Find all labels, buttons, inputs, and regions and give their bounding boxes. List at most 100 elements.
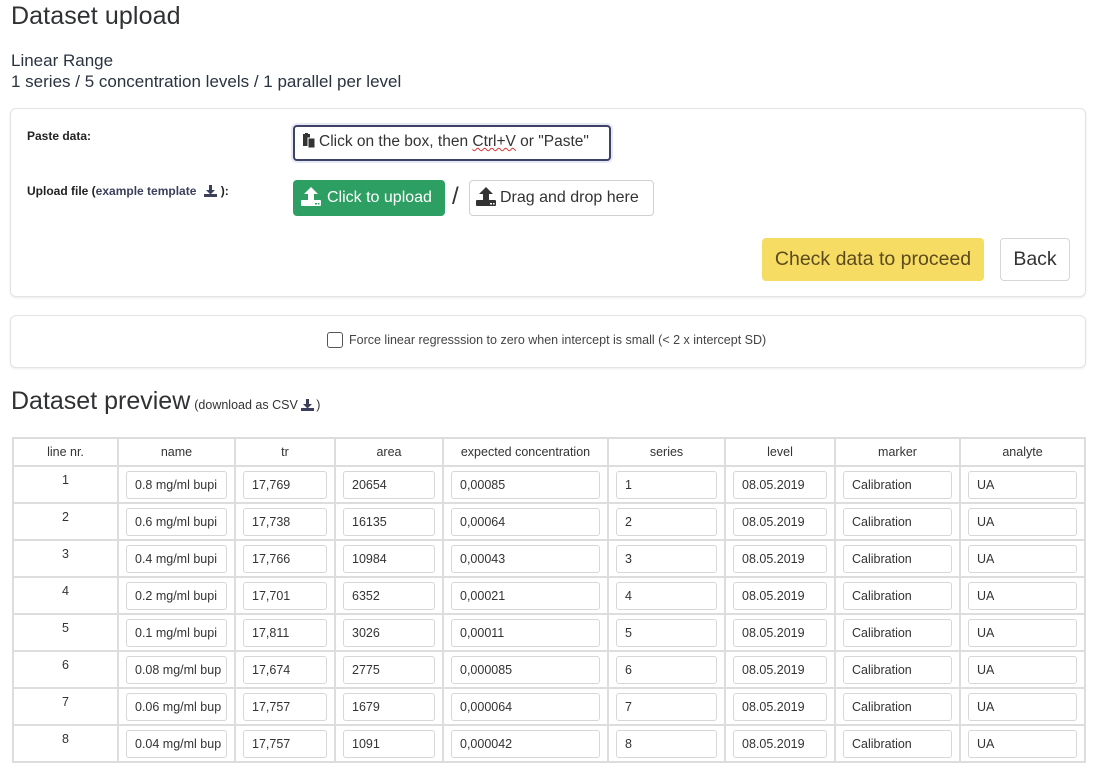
- table-cell: 8: [607, 724, 726, 763]
- concentration-input[interactable]: 0,000042: [451, 730, 600, 758]
- analyte-input[interactable]: UA: [968, 730, 1077, 758]
- download-csv-link[interactable]: (download as CSV ): [194, 398, 320, 412]
- marker-input[interactable]: Calibration: [843, 730, 952, 758]
- analyte-input[interactable]: UA: [968, 508, 1077, 536]
- level-input[interactable]: 08.05.2019: [733, 693, 827, 721]
- force-zero-checkbox[interactable]: [327, 332, 343, 348]
- tr-input[interactable]: 17,701: [243, 582, 327, 610]
- analyte-input[interactable]: UA: [968, 656, 1077, 684]
- table-cell: UA: [959, 724, 1086, 763]
- analyte-input[interactable]: UA: [968, 471, 1077, 499]
- level-input[interactable]: 08.05.2019: [733, 545, 827, 573]
- tr-input[interactable]: 17,811: [243, 619, 327, 647]
- tr-input[interactable]: 17,769: [243, 471, 327, 499]
- table-cell: 08.05.2019: [724, 724, 836, 763]
- marker-input[interactable]: Calibration: [843, 693, 952, 721]
- level-input[interactable]: 08.05.2019: [733, 656, 827, 684]
- series-input[interactable]: 8: [616, 730, 717, 758]
- area-input[interactable]: 1091: [343, 730, 435, 758]
- name-input[interactable]: 0.4 mg/ml bupi: [126, 545, 227, 573]
- area-input[interactable]: 16135: [343, 508, 435, 536]
- area-input[interactable]: 2775: [343, 656, 435, 684]
- upload-icon: [301, 186, 321, 211]
- series-input[interactable]: 2: [616, 508, 717, 536]
- series-input[interactable]: 7: [616, 693, 717, 721]
- concentration-input[interactable]: 0,000064: [451, 693, 600, 721]
- level-input[interactable]: 08.05.2019: [733, 619, 827, 647]
- name-input[interactable]: 0.08 mg/ml bup: [126, 656, 227, 684]
- marker-input[interactable]: Calibration: [843, 545, 952, 573]
- name-input[interactable]: 0.6 mg/ml bupi: [126, 508, 227, 536]
- name-input[interactable]: 0.8 mg/ml bupi: [126, 471, 227, 499]
- back-button[interactable]: Back: [1000, 238, 1070, 281]
- level-input[interactable]: 08.05.2019: [733, 582, 827, 610]
- table-cell: 08.05.2019: [724, 650, 836, 689]
- column-header: analyte: [959, 437, 1086, 467]
- area-input[interactable]: 10984: [343, 545, 435, 573]
- table-cell: 0,000085: [442, 650, 609, 689]
- analyte-input[interactable]: UA: [968, 545, 1077, 573]
- marker-input[interactable]: Calibration: [843, 656, 952, 684]
- concentration-input[interactable]: 0,00085: [451, 471, 600, 499]
- table-cell: Calibration: [834, 539, 961, 578]
- tr-input[interactable]: 17,757: [243, 730, 327, 758]
- check-data-button[interactable]: Check data to proceed: [762, 238, 984, 281]
- area-input[interactable]: 1679: [343, 693, 435, 721]
- analyte-input[interactable]: UA: [968, 582, 1077, 610]
- name-input[interactable]: 0.06 mg/ml bup: [126, 693, 227, 721]
- analyte-input[interactable]: UA: [968, 619, 1077, 647]
- table-cell: 0,00085: [442, 465, 609, 504]
- concentration-input[interactable]: 0,00064: [451, 508, 600, 536]
- paste-shortcut: Ctrl+V: [472, 133, 516, 150]
- method-name: Linear Range: [11, 51, 114, 70]
- table-cell: 0,00021: [442, 576, 609, 615]
- upload-label-text: Upload file (: [27, 184, 96, 198]
- name-input[interactable]: 0.04 mg/ml bup: [126, 730, 227, 758]
- table-cell: 10984: [334, 539, 444, 578]
- area-input[interactable]: 6352: [343, 582, 435, 610]
- area-input[interactable]: 3026: [343, 619, 435, 647]
- drag-drop-zone[interactable]: Drag and drop here: [469, 180, 654, 216]
- concentration-input[interactable]: 0,000085: [451, 656, 600, 684]
- tr-input[interactable]: 17,766: [243, 545, 327, 573]
- table-cell: UA: [959, 613, 1086, 652]
- level-input[interactable]: 08.05.2019: [733, 730, 827, 758]
- table-cell: 20654: [334, 465, 444, 504]
- concentration-input[interactable]: 0,00043: [451, 545, 600, 573]
- table-cell: 0.2 mg/ml bupi: [117, 576, 236, 615]
- table-cell: 0,000064: [442, 687, 609, 726]
- marker-input[interactable]: Calibration: [843, 471, 952, 499]
- analyte-input[interactable]: UA: [968, 693, 1077, 721]
- table-cell: 0.08 mg/ml bup: [117, 650, 236, 689]
- paste-placeholder-text: Click on the box, then: [319, 133, 473, 150]
- click-to-upload-button[interactable]: Click to upload: [293, 180, 445, 216]
- level-input[interactable]: 08.05.2019: [733, 508, 827, 536]
- force-zero-option[interactable]: Force linear regresssion to zero when in…: [327, 332, 766, 348]
- marker-input[interactable]: Calibration: [843, 582, 952, 610]
- series-input[interactable]: 3: [616, 545, 717, 573]
- series-input[interactable]: 4: [616, 582, 717, 610]
- level-input[interactable]: 08.05.2019: [733, 471, 827, 499]
- tr-input[interactable]: 17,738: [243, 508, 327, 536]
- area-input[interactable]: 20654: [343, 471, 435, 499]
- table-cell: Calibration: [834, 576, 961, 615]
- paste-data-input[interactable]: Click on the box, then Ctrl+V or "Paste": [293, 125, 611, 161]
- tr-input[interactable]: 17,757: [243, 693, 327, 721]
- name-input[interactable]: 0.2 mg/ml bupi: [126, 582, 227, 610]
- table-cell: 17,738: [234, 502, 336, 541]
- series-input[interactable]: 5: [616, 619, 717, 647]
- name-input[interactable]: 0.1 mg/ml bupi: [126, 619, 227, 647]
- concentration-input[interactable]: 0,00021: [451, 582, 600, 610]
- clipboard-icon: [303, 133, 316, 153]
- marker-input[interactable]: Calibration: [843, 508, 952, 536]
- tr-input[interactable]: 17,674: [243, 656, 327, 684]
- series-input[interactable]: 1: [616, 471, 717, 499]
- series-input[interactable]: 6: [616, 656, 717, 684]
- table-cell: 17,674: [234, 650, 336, 689]
- line-number: 3: [12, 539, 119, 578]
- concentration-input[interactable]: 0,00011: [451, 619, 600, 647]
- table-cell: 17,757: [234, 724, 336, 763]
- dataset-preview-title: Dataset preview: [11, 387, 191, 415]
- example-template-link[interactable]: example template: [96, 184, 221, 198]
- marker-input[interactable]: Calibration: [843, 619, 952, 647]
